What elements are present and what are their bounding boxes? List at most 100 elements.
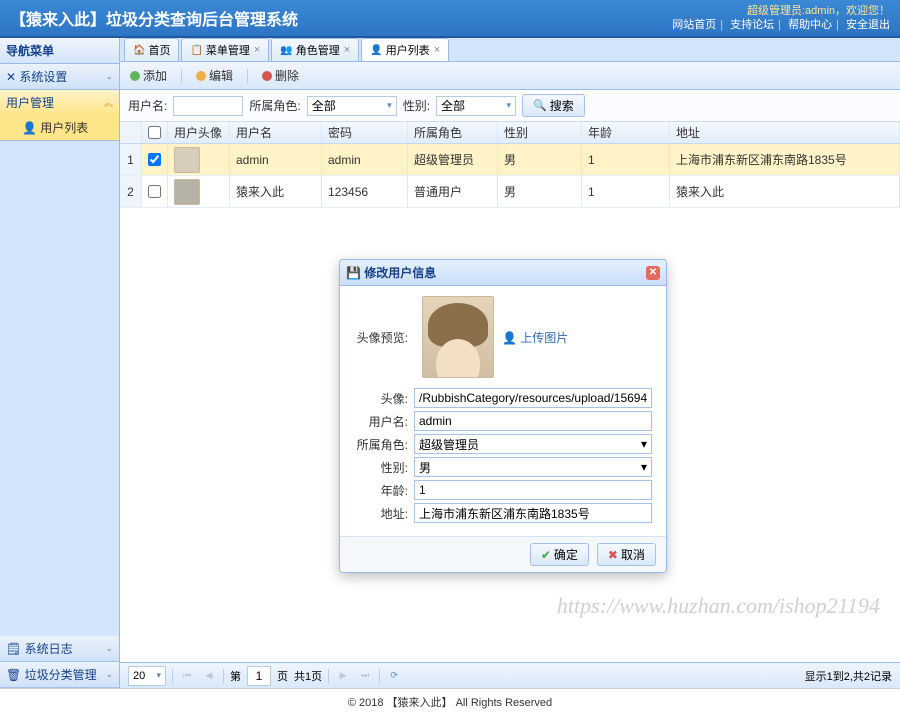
pager-refresh[interactable]: ⟳ bbox=[386, 668, 402, 684]
dialog-title-bar[interactable]: 💾 修改用户信息 ✕ bbox=[340, 260, 666, 286]
cell-role: 普通用户 bbox=[408, 176, 498, 207]
search-button[interactable]: 🔍搜索 bbox=[522, 94, 585, 117]
cell-username: 猿来入此 bbox=[230, 176, 322, 207]
close-icon[interactable]: × bbox=[344, 44, 350, 56]
avatar-thumb bbox=[174, 179, 200, 205]
save-icon: 💾 bbox=[346, 266, 361, 280]
grid-header: 用户头像 用户名 密码 所属角色 性别 年龄 地址 bbox=[120, 122, 900, 144]
sex-combo[interactable]: 男▾ bbox=[414, 457, 652, 477]
toolbar: 添加 编辑 删除 bbox=[120, 62, 900, 90]
row-number: 1 bbox=[120, 144, 142, 175]
address-input[interactable] bbox=[414, 503, 652, 523]
tab-role-management[interactable]: 👥角色管理× bbox=[271, 38, 359, 61]
cross-icon bbox=[262, 71, 272, 81]
delete-button[interactable]: 删除 bbox=[258, 65, 303, 86]
chevron-down-icon: ▾ bbox=[641, 460, 647, 474]
log-icon: 🗒 bbox=[6, 642, 21, 656]
trash-icon: 🗑 bbox=[6, 668, 21, 682]
username-input[interactable] bbox=[414, 411, 652, 431]
tab-user-list[interactable]: 👤用户列表× bbox=[361, 38, 449, 61]
chevron-down-icon: ⌄ bbox=[105, 643, 113, 654]
sidebar-item-system-log[interactable]: 🗒 系统日志 ⌄ bbox=[0, 636, 119, 661]
age-field-label: 年龄: bbox=[354, 482, 408, 499]
cancel-button[interactable]: ✖取消 bbox=[597, 543, 656, 566]
home-icon: 🏠 bbox=[133, 45, 145, 56]
avatar-field-label: 头像: bbox=[354, 390, 408, 407]
sidebar-item-system-settings[interactable]: ✕ 系统设置 ⌄ bbox=[0, 64, 119, 89]
add-button[interactable]: 添加 bbox=[126, 65, 171, 86]
close-icon[interactable]: × bbox=[434, 44, 440, 56]
col-username[interactable]: 用户名 bbox=[230, 122, 322, 143]
cancel-icon: ✖ bbox=[608, 548, 618, 562]
sidebar-item-garbage-category[interactable]: 🗑 垃圾分类管理 ⌄ bbox=[0, 662, 119, 687]
upload-icon: 👤 bbox=[502, 331, 517, 345]
col-role[interactable]: 所属角色 bbox=[408, 122, 498, 143]
age-input[interactable] bbox=[414, 480, 652, 500]
cell-address: 上海市浦东新区浦东南路1835号 bbox=[670, 144, 900, 175]
cell-password: 123456 bbox=[322, 176, 408, 207]
link-logout[interactable]: 安全退出 bbox=[846, 19, 890, 31]
app-title: 【猿来入此】垃圾分类查询后台管理系统 bbox=[10, 6, 298, 30]
dialog-title: 修改用户信息 bbox=[364, 266, 436, 280]
row-checkbox[interactable] bbox=[148, 185, 161, 198]
upload-image-button[interactable]: 👤 上传图片 bbox=[502, 329, 568, 346]
role-combo[interactable]: 全部▾ bbox=[307, 96, 397, 116]
tab-home[interactable]: 🏠首页 bbox=[124, 38, 179, 61]
users-icon: 👥 bbox=[280, 45, 292, 56]
sex-combo[interactable]: 全部▾ bbox=[436, 96, 516, 116]
col-password[interactable]: 密码 bbox=[322, 122, 408, 143]
avatar-input[interactable] bbox=[414, 388, 652, 408]
chevron-down-icon: ▾ bbox=[641, 437, 647, 451]
cell-age: 1 bbox=[582, 176, 670, 207]
edit-button[interactable]: 编辑 bbox=[192, 65, 237, 86]
table-row[interactable]: 2 猿来入此 123456 普通用户 男 1 猿来入此 bbox=[120, 176, 900, 208]
role-combo[interactable]: 超级管理员▾ bbox=[414, 434, 652, 454]
close-icon[interactable]: × bbox=[254, 44, 260, 56]
page-suffix: 页 bbox=[277, 668, 288, 684]
chevron-down-icon: ▾ bbox=[507, 100, 512, 111]
search-icon: 🔍 bbox=[533, 99, 547, 112]
sidebar: 导航菜单 ✕ 系统设置 ⌄ 用户管理 ︽ 👤 用户列表 🗒 系统日志 bbox=[0, 38, 120, 688]
chevron-down-icon: ▾ bbox=[156, 670, 161, 681]
pager-first[interactable]: ⏮ bbox=[179, 668, 195, 684]
page-size-combo[interactable]: 20▾ bbox=[128, 666, 166, 686]
pager-last[interactable]: ⏭ bbox=[357, 668, 373, 684]
plus-icon bbox=[130, 71, 140, 81]
header-links: 网站首页| 支持论坛| 帮助中心| 安全退出 bbox=[672, 18, 890, 32]
page-input[interactable] bbox=[247, 666, 271, 686]
pager-next[interactable]: ▶ bbox=[335, 668, 351, 684]
double-chevron-up-icon: ︽ bbox=[104, 96, 113, 109]
pencil-icon bbox=[196, 71, 206, 81]
sex-field-label: 性别: bbox=[354, 459, 408, 476]
address-field-label: 地址: bbox=[354, 505, 408, 522]
col-address[interactable]: 地址 bbox=[670, 122, 900, 143]
sidebar-title: 导航菜单 bbox=[0, 38, 119, 64]
col-avatar[interactable]: 用户头像 bbox=[168, 122, 230, 143]
list-icon: 📋 bbox=[190, 45, 202, 56]
page-prefix: 第 bbox=[230, 668, 241, 684]
cell-age: 1 bbox=[582, 144, 670, 175]
ok-button[interactable]: ✔确定 bbox=[530, 543, 589, 566]
user-icon: 👤 bbox=[22, 121, 37, 135]
table-row[interactable]: 1 admin admin 超级管理员 男 1 上海市浦东新区浦东南路1835号 bbox=[120, 144, 900, 176]
link-forum[interactable]: 支持论坛 bbox=[730, 19, 774, 31]
tab-menu-management[interactable]: 📋菜单管理× bbox=[181, 38, 269, 61]
link-help[interactable]: 帮助中心 bbox=[788, 19, 832, 31]
select-all-checkbox[interactable] bbox=[148, 126, 161, 139]
cross-icon: ✕ bbox=[6, 70, 16, 84]
link-home[interactable]: 网站首页 bbox=[672, 19, 716, 31]
sex-label: 性别: bbox=[403, 97, 430, 114]
dialog-close-button[interactable]: ✕ bbox=[646, 266, 660, 280]
col-sex[interactable]: 性别 bbox=[498, 122, 582, 143]
col-age[interactable]: 年龄 bbox=[582, 122, 670, 143]
username-input[interactable] bbox=[173, 96, 243, 116]
sidebar-item-user-list[interactable]: 👤 用户列表 bbox=[0, 115, 119, 140]
role-label: 所属角色: bbox=[249, 97, 300, 114]
pager-prev[interactable]: ◀ bbox=[201, 668, 217, 684]
row-checkbox[interactable] bbox=[148, 153, 161, 166]
cell-password: admin bbox=[322, 144, 408, 175]
sidebar-item-user-management[interactable]: 用户管理 ︽ bbox=[0, 90, 119, 115]
pager-summary: 显示1到2,共2记录 bbox=[805, 668, 892, 684]
app-header: 【猿来入此】垃圾分类查询后台管理系统 超级管理员:admin，欢迎您！ 网站首页… bbox=[0, 0, 900, 38]
footer: © 2018 【猿来入此】 All Rights Reserved bbox=[0, 688, 900, 715]
